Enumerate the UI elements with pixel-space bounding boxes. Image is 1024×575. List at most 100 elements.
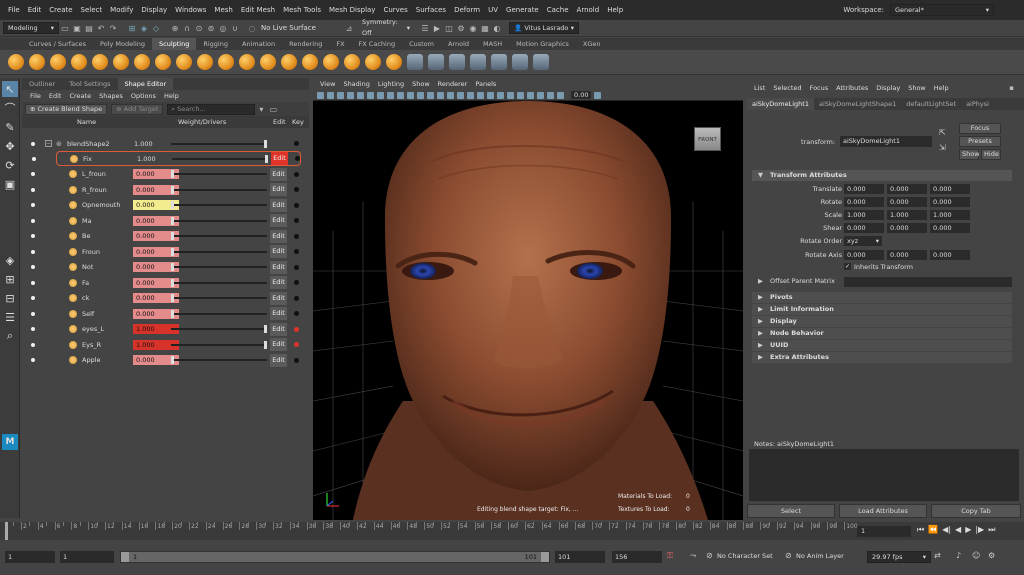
target-edit-button[interactable]: Edit [270, 307, 287, 320]
blend-target-row[interactable]: Be 0.000 Edit [22, 229, 309, 244]
target-weight-slider[interactable] [171, 343, 267, 346]
go-to-output-icon[interactable]: ⇲ [939, 143, 946, 152]
menu-item-arnold[interactable]: Arnold [573, 6, 604, 14]
menu-item-surfaces[interactable]: Surfaces [412, 6, 450, 14]
shelf-tab-mash[interactable]: MASH [476, 38, 509, 50]
key-icon[interactable] [294, 249, 299, 254]
safe-action-icon[interactable] [407, 91, 414, 99]
target-weight-slider[interactable] [171, 281, 267, 284]
key-icon[interactable] [294, 187, 299, 192]
select-button[interactable]: Select [747, 504, 835, 518]
isolate-select-icon[interactable] [517, 91, 524, 99]
bookmark-icon[interactable] [337, 91, 344, 99]
shelf-tab-rigging[interactable]: Rigging [196, 38, 235, 50]
backface-icon[interactable] [547, 91, 554, 99]
add-target-button[interactable]: ⊕ Add Target [111, 103, 164, 115]
group-value[interactable]: 1.000 [134, 140, 153, 148]
shear-z-field[interactable]: 0.000 [930, 223, 970, 233]
auto-key-icon[interactable]: ⚿ [667, 551, 673, 561]
tab-default-light-set[interactable]: defaultLightSet [901, 98, 961, 110]
target-weight-slider[interactable] [171, 266, 267, 268]
shelf-tab-sculpting[interactable]: Sculpting [152, 38, 197, 50]
playback-end-field[interactable]: 101 [555, 551, 605, 563]
current-time-marker[interactable] [5, 522, 8, 540]
layout-four-icon[interactable]: ⊞ [2, 271, 18, 287]
rotate-order-dropdown[interactable]: xyz ▾ [844, 236, 882, 246]
vp-menu-lighting[interactable]: Lighting [374, 78, 408, 90]
section-display[interactable]: ▶ Display [752, 316, 1012, 327]
copy-tab-button[interactable]: Copy Tab [931, 504, 1021, 518]
shear-x-field[interactable]: 0.000 [844, 223, 884, 233]
outliner-layout-icon[interactable]: ☰ [2, 309, 18, 325]
save-scene-icon[interactable]: ▤ [84, 23, 94, 33]
zoom-icon[interactable]: ⌕ [2, 328, 18, 344]
se-menu-shapes[interactable]: Shapes [95, 90, 127, 102]
key-icon[interactable] [295, 156, 300, 161]
character-set-dropdown[interactable]: No Character Set [717, 552, 773, 560]
foamy-tool-icon[interactable] [133, 54, 150, 70]
smear-tool-icon[interactable] [301, 54, 318, 70]
target-edit-button[interactable]: Edit [270, 229, 287, 243]
key-icon[interactable] [294, 357, 299, 363]
visibility-icon[interactable] [31, 280, 35, 285]
target-weight-slider[interactable] [171, 328, 267, 330]
search-dropdown-icon[interactable]: ▾ [256, 104, 266, 114]
target-weight-slider[interactable] [171, 312, 267, 315]
ae-menu-display[interactable]: Display [872, 84, 904, 92]
target-edit-button[interactable]: Edit [270, 214, 287, 227]
ipr-icon[interactable]: ◫ [444, 23, 454, 33]
tab-tool-settings[interactable]: Tool Settings [62, 78, 117, 90]
film-gate-icon[interactable] [367, 91, 374, 99]
target-edit-button[interactable]: Edit [270, 276, 287, 289]
menu-item-file[interactable]: File [4, 6, 24, 14]
visibility-icon[interactable] [31, 203, 35, 207]
amplify-tool-icon[interactable] [343, 54, 360, 70]
visibility-icon[interactable] [31, 358, 35, 362]
vp-menu-panels[interactable]: Panels [471, 78, 500, 90]
menu-item-help[interactable]: Help [603, 6, 627, 14]
shear-y-field[interactable]: 0.000 [887, 223, 927, 233]
key-icon[interactable] [294, 295, 299, 301]
target-weight-knob[interactable] [171, 216, 174, 225]
shape-editor-icon[interactable] [448, 54, 465, 70]
ae-menu-selected[interactable]: Selected [769, 84, 805, 92]
shelf-tab-rendering[interactable]: Rendering [282, 38, 329, 50]
blend-target-row[interactable]: Eys_R 1.000 Edit [22, 337, 309, 352]
anti-aliasing-icon[interactable] [497, 91, 504, 99]
menu-item-uv[interactable]: UV [484, 6, 502, 14]
target-edit-button[interactable]: Edit [270, 167, 287, 181]
go-to-start-icon[interactable]: ⏮ [917, 525, 924, 535]
invert-freeze-icon[interactable] [406, 54, 423, 70]
ae-menu-list[interactable]: List [750, 84, 769, 92]
bulge-tool-icon[interactable] [322, 54, 339, 70]
blend-target-row[interactable]: R_froun 0.000 Edit [22, 182, 309, 197]
render-settings-icon[interactable]: ⚙ [456, 23, 466, 33]
animation-start-field[interactable]: 1 [5, 551, 55, 563]
key-icon[interactable] [294, 171, 299, 177]
wax-tool-icon[interactable] [217, 54, 234, 70]
rotate-tool-icon[interactable]: ⟳ [2, 157, 18, 173]
translate-x-field[interactable]: 0.000 [844, 184, 884, 194]
imprint-tool-icon[interactable] [196, 54, 213, 70]
anim-prefs-icon[interactable]: ⚙ [988, 551, 995, 560]
tab-shape-editor[interactable]: Shape Editor [117, 78, 174, 90]
blend-target-row[interactable]: eyes_L 1.000 Edit [22, 322, 309, 337]
open-scene-icon[interactable]: ▣ [72, 23, 82, 33]
key-icon[interactable] [294, 202, 299, 208]
select-tool-icon[interactable]: ↖ [2, 81, 18, 97]
target-weight-knob[interactable] [171, 356, 174, 364]
scale-tool-icon[interactable]: ▣ [2, 176, 18, 192]
key-icon[interactable] [294, 326, 299, 332]
depth-of-field-icon[interactable] [507, 91, 514, 99]
field-chart-icon[interactable] [397, 91, 404, 99]
character-set-icon[interactable]: ⊘ [706, 551, 713, 560]
target-weight-knob[interactable] [171, 263, 174, 271]
snap-grid-icon[interactable]: ⊕ [170, 23, 180, 33]
wrap-icon[interactable] [490, 54, 507, 70]
smooth-shade-icon[interactable] [427, 91, 434, 99]
anim-layer-icon[interactable]: ⊘ [785, 551, 792, 560]
shelf-tab-xgen[interactable]: XGen [576, 38, 608, 50]
freeze-tool-icon[interactable] [364, 54, 381, 70]
target-weight-knob[interactable] [264, 340, 267, 349]
tab-ai-physical[interactable]: aiPhysi [961, 98, 994, 110]
